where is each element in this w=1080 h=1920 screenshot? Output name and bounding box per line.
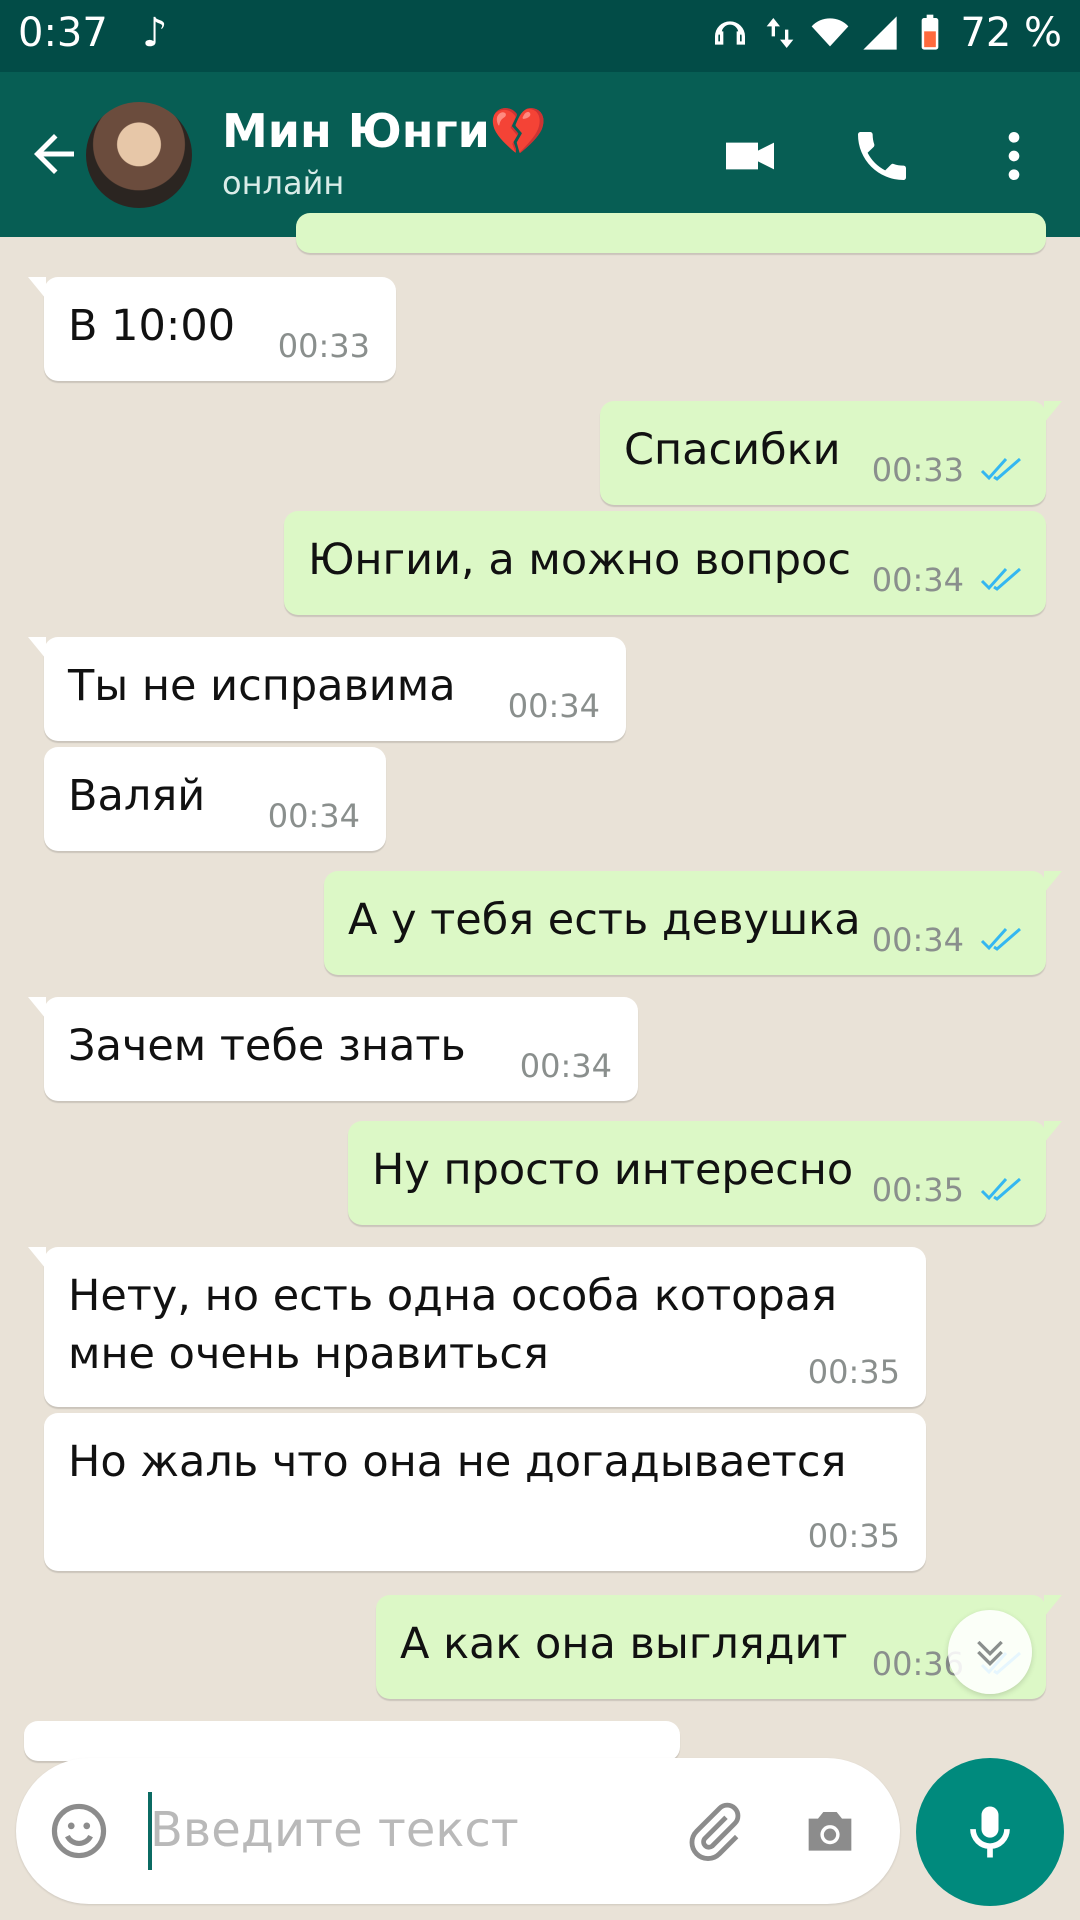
message-bubble[interactable]: В 10:00 00:33 — [28, 277, 396, 381]
music-note-icon: ♪ — [142, 10, 168, 56]
message-time: 00:34 — [519, 1047, 612, 1085]
attach-icon[interactable] — [682, 1800, 746, 1864]
message-bubble[interactable]: Нету, но есть одна особа которая мне оче… — [28, 1247, 926, 1407]
message-input[interactable]: Введите текст — [150, 1802, 519, 1858]
phone-icon[interactable] — [850, 124, 914, 188]
message-bubble[interactable]: Ну просто интересно 00:35 — [348, 1121, 1062, 1225]
message-text: Зачем тебе знать — [68, 1021, 466, 1071]
message-bubble[interactable]: Но жаль что она не догадывается 00:35 — [44, 1413, 926, 1571]
read-ticks-icon — [980, 1177, 1021, 1201]
message-text: А у тебя есть девушка — [348, 895, 861, 945]
mic-icon — [970, 1806, 1010, 1858]
message-bubble[interactable]: Зачем тебе знать 00:34 — [28, 997, 638, 1101]
double-chevron-down-icon — [977, 1640, 1003, 1667]
more-vert-icon[interactable] — [982, 124, 1046, 188]
message-bubble[interactable]: Валяй 00:34 — [44, 747, 386, 851]
contact-name[interactable]: Мин Юнги💔 — [222, 104, 547, 159]
message-text: Но жаль что она не догадывается — [68, 1437, 847, 1487]
message-time: 00:33 — [871, 451, 964, 489]
message-time: 00:34 — [871, 561, 964, 599]
contact-status: онлайн — [222, 164, 345, 202]
message-time: 00:33 — [277, 327, 370, 365]
headphones-icon — [715, 21, 746, 45]
scroll-to-bottom-button[interactable] — [948, 1610, 1032, 1694]
message-text: Ну просто интересно — [372, 1145, 854, 1195]
status-icons: 72 % — [710, 10, 1062, 56]
message-bubble[interactable]: Ты не исправима 00:34 — [28, 637, 626, 741]
message-bubble[interactable]: Спасибки 00:33 — [600, 401, 1062, 505]
message-time: 00:35 — [871, 1171, 964, 1209]
read-ticks-icon — [980, 927, 1021, 951]
message-bubble-partial — [24, 1721, 680, 1761]
message-text: Валяй — [68, 771, 206, 821]
data-arrows-icon — [767, 18, 794, 48]
mic-button[interactable] — [916, 1758, 1064, 1906]
signal-icon — [863, 16, 898, 50]
message-text: Ты не исправима — [68, 661, 456, 711]
message-time: 00:35 — [807, 1517, 900, 1555]
battery-percent: 72 % — [960, 10, 1062, 56]
avatar[interactable] — [86, 102, 192, 208]
read-ticks-icon — [980, 567, 1021, 591]
read-ticks-icon — [980, 457, 1021, 481]
message-text: Юнгии, а можно вопрос — [308, 535, 851, 585]
back-arrow-icon[interactable] — [24, 124, 84, 184]
emoji-icon[interactable] — [48, 1800, 110, 1862]
camera-icon[interactable] — [798, 1800, 862, 1864]
battery-icon — [922, 14, 939, 50]
status-bar: 0:37 ♪ 72 % — [0, 0, 1080, 72]
message-bubble-partial — [296, 213, 1046, 253]
message-input-bar[interactable]: Введите текст — [16, 1758, 900, 1904]
message-time: 00:34 — [507, 687, 600, 725]
message-time: 00:34 — [267, 797, 360, 835]
message-bubble[interactable]: А у тебя есть девушка 00:34 — [324, 871, 1062, 975]
video-call-icon[interactable] — [718, 124, 782, 188]
status-time: 0:37 — [18, 10, 108, 56]
message-bubble[interactable]: А как она выглядит 00:36 — [376, 1595, 1062, 1699]
message-text: А как она выглядит — [400, 1619, 848, 1669]
message-text: Спасибки — [624, 425, 841, 475]
message-time: 00:34 — [871, 921, 964, 959]
message-text: Нету, но есть одна особа которая мне оче… — [68, 1271, 837, 1379]
chat-area[interactable]: В 10:00 00:33 Спасибки 00:33 Юнгии, а мо… — [0, 213, 1080, 1761]
message-time: 00:35 — [807, 1353, 900, 1391]
message-text: В 10:00 — [68, 301, 236, 351]
message-bubble[interactable]: Юнгии, а можно вопрос 00:34 — [284, 511, 1046, 615]
wifi-icon — [812, 18, 849, 47]
